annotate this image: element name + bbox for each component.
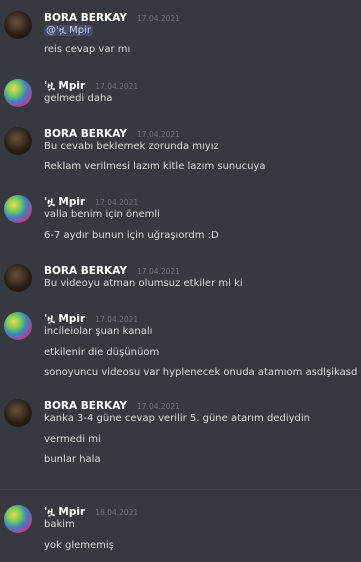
username[interactable]: BORA BERKAY bbox=[44, 265, 127, 277]
avatar[interactable] bbox=[4, 264, 32, 292]
timestamp: 17.04.2021 bbox=[95, 82, 139, 91]
timestamp: 17.04.2021 bbox=[137, 130, 180, 139]
avatar[interactable] bbox=[4, 312, 32, 340]
avatar[interactable] bbox=[4, 505, 32, 533]
avatar[interactable] bbox=[4, 127, 32, 155]
message-text: 6-7 aydır bunun için uğraşıordm :D bbox=[44, 230, 219, 241]
message-text: vermedi mi bbox=[44, 434, 101, 445]
message-text: etkilenir die düşünüom bbox=[44, 347, 160, 358]
username[interactable]: 'ዟ Mpir bbox=[44, 313, 85, 325]
message-text: Reklam verilmesi lazım kitle lazım sunuc… bbox=[44, 161, 266, 172]
message-text: sonoyuncu videosu var hyplenecek onuda a… bbox=[44, 367, 358, 378]
chat-messages: BORA BERKAY 17.04.2021 @'ዟ Mpir reis cev… bbox=[0, 0, 361, 562]
message-text: Bu cevabı beklemek zorunda mıyız bbox=[44, 141, 219, 152]
message-text: bunlar hala bbox=[44, 454, 101, 465]
message-text: bakim bbox=[44, 519, 75, 530]
date-divider bbox=[0, 489, 361, 490]
avatar[interactable] bbox=[4, 399, 32, 427]
username[interactable]: 'ዟ Mpir bbox=[44, 80, 85, 92]
message-text: reis cevap var mı bbox=[44, 44, 131, 55]
avatar[interactable] bbox=[4, 11, 32, 39]
timestamp: 17.04.2021 bbox=[95, 198, 139, 207]
username[interactable]: BORA BERKAY bbox=[44, 400, 127, 412]
timestamp: 17.04.2021 bbox=[137, 402, 180, 411]
timestamp: 18.04.2021 bbox=[95, 508, 139, 517]
timestamp: 17.04.2021 bbox=[137, 14, 180, 23]
avatar[interactable] bbox=[4, 79, 32, 107]
message-text: yok glememiş bbox=[44, 540, 114, 551]
username[interactable]: BORA BERKAY bbox=[44, 128, 127, 140]
message-text: kanka 3-4 güne cevap verilir 5. güne ata… bbox=[44, 413, 310, 424]
message-text: gelmedi daha bbox=[44, 93, 113, 104]
username[interactable]: 'ዟ Mpir bbox=[44, 196, 85, 208]
avatar[interactable] bbox=[4, 195, 32, 223]
message-text: valla benim için önemli bbox=[44, 209, 160, 220]
timestamp: 17.04.2021 bbox=[137, 267, 180, 276]
message-text: Bu videoyu atman olumsuz etkiler mi ki bbox=[44, 278, 243, 289]
username[interactable]: 'ዟ Mpir bbox=[44, 506, 85, 518]
user-mention[interactable]: @'ዟ Mpir bbox=[44, 25, 93, 36]
message-text: incileiolar şuan kanalı bbox=[44, 326, 153, 337]
timestamp: 17.04.2021 bbox=[95, 315, 139, 324]
username[interactable]: BORA BERKAY bbox=[44, 12, 127, 24]
